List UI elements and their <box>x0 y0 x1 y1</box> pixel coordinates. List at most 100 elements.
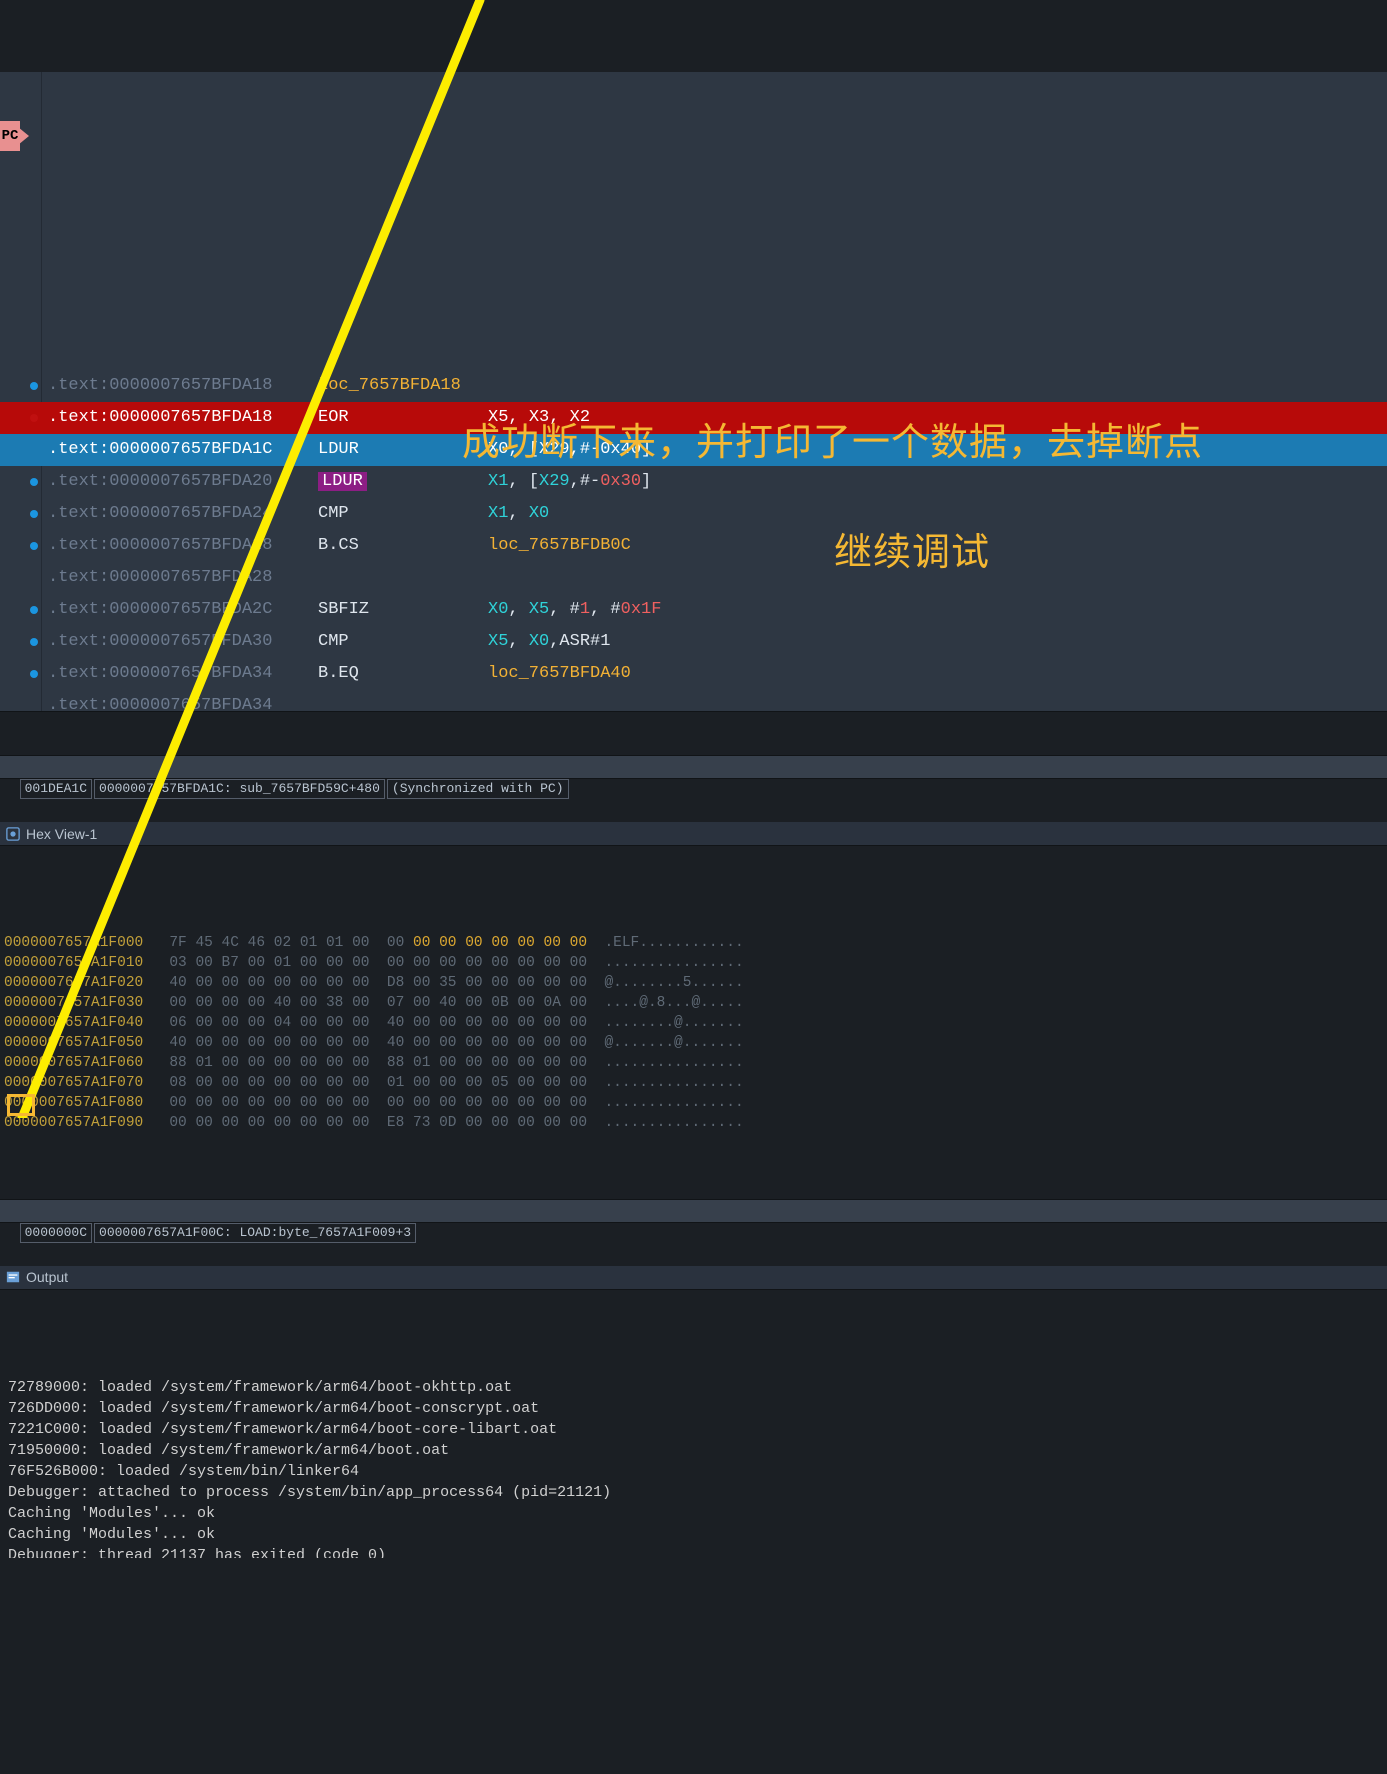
hex-row[interactable]: 0000007657A1F000 7F 45 4C 46 02 01 01 00… <box>4 933 1387 953</box>
operand-punct: ,#- <box>570 440 601 459</box>
hex-bytes: 03 00 B7 00 01 00 00 00 <box>169 955 369 971</box>
hex-address: 0000007657A1F060 <box>4 1055 143 1071</box>
hex-bytes: 40 00 00 00 00 00 00 00 <box>169 975 369 991</box>
hex-ascii: ........@....... <box>604 1015 743 1031</box>
hex-bytes: 06 00 00 00 04 00 00 00 <box>169 1015 369 1031</box>
mnemonic: CMP <box>318 504 349 523</box>
breakpoint-dot[interactable] <box>30 606 38 614</box>
hex-address: 0000007657A1F020 <box>4 975 143 991</box>
operand-punct: ] <box>641 440 651 459</box>
status-offset: 001DEA1C <box>20 779 92 799</box>
hex-view-header[interactable]: Hex View-1 <box>0 822 1387 846</box>
hex-address: 0000007657A1F080 <box>4 1095 143 1111</box>
operand-punct: , # <box>590 600 621 619</box>
operand-punct: ,#- <box>570 472 601 491</box>
hex-ascii: @........5...... <box>604 975 743 991</box>
hex-ascii: @.......@....... <box>604 1035 743 1051</box>
operand-punct: , [ <box>508 472 539 491</box>
operand-punct: , <box>549 408 569 427</box>
operand-off: 1 <box>580 600 590 619</box>
mnemonic: CMP <box>318 632 349 651</box>
hex-row[interactable]: 0000007657A1F040 06 00 00 00 04 00 00 00… <box>4 1013 1387 1033</box>
breakpoint-dot[interactable] <box>30 382 38 390</box>
hex-bytes: 00 00 00 00 40 00 38 00 <box>169 995 369 1011</box>
hex-view-title: Hex View-1 <box>26 822 97 846</box>
output-icon <box>6 1270 20 1284</box>
mnemonic: B.CS <box>318 536 359 555</box>
output-line: 72789000: loaded /system/framework/arm64… <box>8 1377 1379 1398</box>
disasm-row[interactable]: .text:0000007657BFDA24CMPX1, X0 <box>0 498 1387 530</box>
mnemonic: LDUR <box>318 472 367 491</box>
disasm-row[interactable]: .text:0000007657BFDA18EORX5, X3, X2 <box>0 402 1387 434</box>
disasm-row[interactable]: .text:0000007657BFDA28 <box>0 562 1387 594</box>
breakpoint-dot[interactable] <box>30 478 38 486</box>
breakpoint-dot[interactable] <box>30 542 38 550</box>
address: .text:0000007657BFDA24 <box>48 504 272 523</box>
disasm-row[interactable]: .text:0000007657BFDA20LDURX1, [X29,#-0x3… <box>0 466 1387 498</box>
operand-reg: X0 <box>529 504 549 523</box>
output-line: 7221C000: loaded /system/framework/arm64… <box>8 1419 1379 1440</box>
disassembly-pane[interactable]: PC ; CODE XREF: sub_7657BFD59C+474↑j .te… <box>0 72 1387 712</box>
operand-punct: , <box>508 632 528 651</box>
operand-punct: , # <box>549 600 580 619</box>
hex-row[interactable]: 0000007657A1F070 08 00 00 00 00 00 00 00… <box>4 1073 1387 1093</box>
hex-view[interactable]: 0000007657A1F000 7F 45 4C 46 02 01 01 00… <box>0 889 1387 1155</box>
hex-row[interactable]: 0000007657A1F080 00 00 00 00 00 00 00 00… <box>4 1093 1387 1113</box>
hex-row[interactable]: 0000007657A1F050 40 00 00 00 00 00 00 00… <box>4 1033 1387 1053</box>
hex-ascii: ....@.8...@..... <box>604 995 743 1011</box>
hex-ascii: ................ <box>604 1095 743 1111</box>
address: .text:0000007657BFDA28 <box>48 568 272 587</box>
address: .text:0000007657BFDA34 <box>48 696 272 712</box>
operand-reg: X5 <box>488 632 508 651</box>
disasm-row[interactable]: .text:0000007657BFDA2CSBFIZX0, X5, #1, #… <box>0 594 1387 626</box>
disasm-row[interactable]: .text:0000007657BFDA28B.CSloc_7657BFDB0C <box>0 530 1387 562</box>
address: .text:0000007657BFDA18 <box>48 376 272 395</box>
address: .text:0000007657BFDA2C <box>48 600 272 619</box>
hex-row[interactable]: 0000007657A1F060 88 01 00 00 00 00 00 00… <box>4 1053 1387 1073</box>
output-title: Output <box>26 1265 68 1289</box>
hex-address: 0000007657A1F000 <box>4 935 143 951</box>
disasm-row[interactable]: .text:0000007657BFDA30CMPX5, X0,ASR#1 <box>0 626 1387 658</box>
mnemonic: LDUR <box>318 440 359 459</box>
output-line: Debugger: attached to process /system/bi… <box>8 1482 1379 1503</box>
breakpoint-dot[interactable] <box>30 414 38 422</box>
hex-address: 0000007657A1F030 <box>4 995 143 1011</box>
disasm-row[interactable]: .text:0000007657BFDA34B.EQloc_7657BFDA40 <box>0 658 1387 690</box>
hex-row[interactable]: 0000007657A1F090 00 00 00 00 00 00 00 00… <box>4 1113 1387 1133</box>
hex-status-bar: 0000000C0000007657A1F00C: LOAD:byte_7657… <box>0 1199 1387 1223</box>
output-line: Caching 'Modules'... ok <box>8 1524 1379 1545</box>
disasm-row[interactable]: .text:0000007657BFDA18loc_7657BFDA18 <box>0 370 1387 402</box>
hex-status-location: 0000007657A1F00C: LOAD:byte_7657A1F009+3 <box>94 1223 416 1243</box>
disasm-row[interactable]: .text:0000007657BFDA1CLDURX0, [X29,#-0x4… <box>0 434 1387 466</box>
output-line: 726DD000: loaded /system/framework/arm64… <box>8 1398 1379 1419</box>
operand-reg: X3 <box>529 408 549 427</box>
status-location: 0000007657BFDA1C: sub_7657BFD59C+480 <box>94 779 385 799</box>
operand-punct: ,ASR#1 <box>549 632 610 651</box>
hex-icon <box>6 827 20 841</box>
mnemonic: SBFIZ <box>318 600 369 619</box>
hex-row[interactable]: 0000007657A1F010 03 00 B7 00 01 00 00 00… <box>4 953 1387 973</box>
breakpoint-dot[interactable] <box>30 510 38 518</box>
disasm-row[interactable]: .text:0000007657BFDA34 <box>0 690 1387 712</box>
operand-punct: , <box>508 408 528 427</box>
breakpoint-dot[interactable] <box>30 670 38 678</box>
address: .text:0000007657BFDA30 <box>48 632 272 651</box>
hex-bytes: 00 00 00 00 00 00 00 00 <box>169 1095 369 1111</box>
hex-row[interactable]: 0000007657A1F020 40 00 00 00 00 00 00 00… <box>4 973 1387 993</box>
output-line: Caching 'Modules'... ok <box>8 1503 1379 1524</box>
hex-bytes: 08 00 00 00 00 00 00 00 <box>169 1075 369 1091</box>
hex-address: 0000007657A1F050 <box>4 1035 143 1051</box>
output-header[interactable]: Output <box>0 1266 1387 1290</box>
mnemonic: EOR <box>318 408 349 427</box>
hex-row[interactable]: 0000007657A1F030 00 00 00 00 40 00 38 00… <box>4 993 1387 1013</box>
hex-bytes: 7F 45 4C 46 02 01 01 00 <box>169 935 369 951</box>
breakpoint-dot[interactable] <box>30 638 38 646</box>
operand-off: 0x30 <box>600 472 641 491</box>
output-pane[interactable]: 72789000: loaded /system/framework/arm64… <box>0 1333 1387 1558</box>
hex-ascii: ................ <box>604 1055 743 1071</box>
pc-indicator: PC <box>0 121 20 151</box>
operand-reg: X5 <box>529 600 549 619</box>
operand-off: 0x1F <box>621 600 662 619</box>
operand-punct: , <box>508 504 528 523</box>
output-line: Debugger: thread 21137 has exited (code … <box>8 1545 1379 1558</box>
